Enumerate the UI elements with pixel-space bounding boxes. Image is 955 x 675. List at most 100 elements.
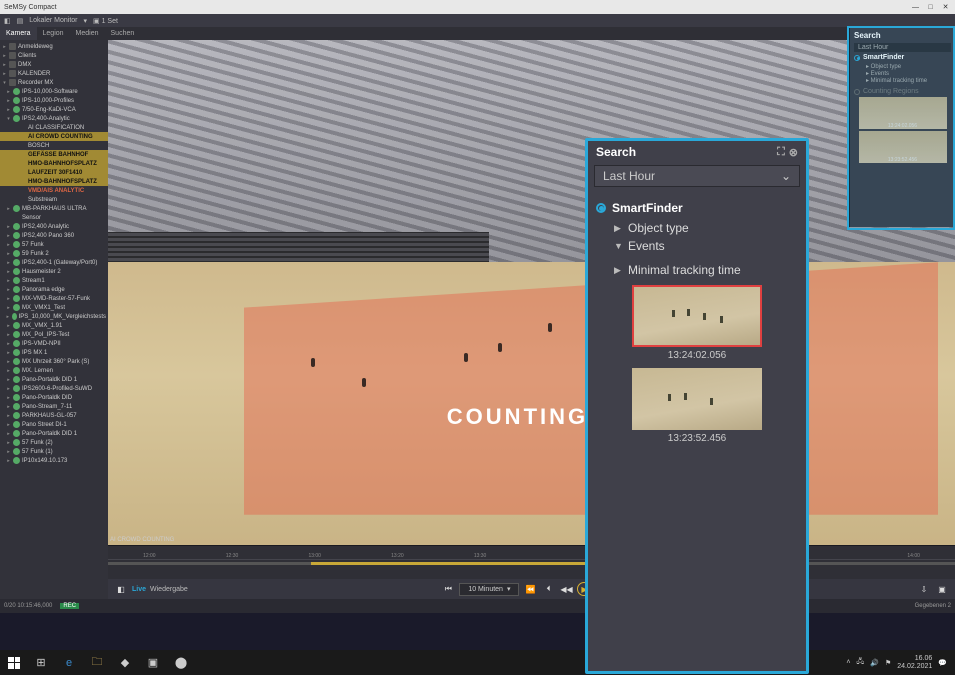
- tree-row[interactable]: ▸MX. Lernen: [0, 366, 108, 375]
- tree-row[interactable]: ▸IPS2600-6-Profiled-SuWD: [0, 384, 108, 393]
- notifications-icon[interactable]: 💬: [938, 659, 947, 667]
- toolbar-item[interactable]: ▾: [84, 17, 88, 25]
- tree-row[interactable]: ▸PARKHAUS-GL-057: [0, 411, 108, 420]
- tree-row[interactable]: ▸MX_VMX_1.91: [0, 321, 108, 330]
- tray-icon[interactable]: ˄: [846, 659, 850, 666]
- tree-row[interactable]: ▸DMX: [0, 60, 108, 69]
- tree-row[interactable]: ▸MX_VMX1_Test: [0, 303, 108, 312]
- tree-row[interactable]: ▸57 Funk: [0, 240, 108, 249]
- rewind-icon[interactable]: ◀◀: [559, 582, 573, 596]
- smartfinder-radio[interactable]: SmartFinder: [596, 201, 798, 215]
- smartfinder-option[interactable]: SmartFinder: [854, 54, 951, 61]
- edge-icon[interactable]: e: [56, 652, 82, 674]
- time-range-select[interactable]: Last Hour: [854, 43, 951, 52]
- device-tree-sidebar[interactable]: ▸Anmeldeweg▸Clients▸DMX▸KALENDER▾Recorde…: [0, 40, 108, 599]
- toolbar-item[interactable]: ▣ 1 Set: [93, 17, 118, 25]
- close-button[interactable]: ✕: [940, 2, 951, 12]
- tray-icon[interactable]: ⚑: [885, 659, 891, 667]
- step-back-icon[interactable]: ⏪: [523, 582, 537, 596]
- tree-row[interactable]: ▸Pano-Portaldk DID 1: [0, 429, 108, 438]
- result-thumbnail[interactable]: [632, 285, 762, 347]
- tree-row[interactable]: ▸59 Funk 2: [0, 249, 108, 258]
- object-type-section[interactable]: ▶ Object type: [614, 221, 798, 235]
- tree-row[interactable]: ▸MX_PoI_IPS-Test: [0, 330, 108, 339]
- mini-sub-item[interactable]: ▸ Minimal tracking time: [866, 77, 951, 84]
- tree-row[interactable]: ▸IPS MX 1: [0, 348, 108, 357]
- tree-row[interactable]: ▸IPS2,400 Pano 360: [0, 231, 108, 240]
- tree-row[interactable]: ▸57 Funk (2): [0, 438, 108, 447]
- tree-row[interactable]: ▸Clients: [0, 51, 108, 60]
- taskview-icon[interactable]: ⊞: [28, 652, 54, 674]
- tab-kamera[interactable]: Kamera: [0, 27, 37, 40]
- mini-sub-item[interactable]: ▸ Object type: [866, 63, 951, 70]
- explorer-icon[interactable]: 🗀: [84, 652, 110, 674]
- tree-row[interactable]: ▸Anmeldeweg: [0, 42, 108, 51]
- toolbar-item[interactable]: ▤: [17, 17, 24, 25]
- tree-row[interactable]: ▸KALENDER: [0, 69, 108, 78]
- tree-row[interactable]: ▸IPS-VMD-NPII: [0, 339, 108, 348]
- speed-select[interactable]: 10 Minuten ▾: [459, 583, 519, 596]
- tree-row[interactable]: ▸IPS2,400 Analytic: [0, 222, 108, 231]
- minimize-button[interactable]: —: [910, 2, 921, 12]
- tree-row[interactable]: ▸IPS-10,000-Software: [0, 87, 108, 96]
- tree-row[interactable]: ▸57 Funk (1): [0, 447, 108, 456]
- tree-row[interactable]: ▸Pano-Portaldk DID 1: [0, 375, 108, 384]
- tree-row[interactable]: ▸Hausmeister 2: [0, 267, 108, 276]
- mini-thumbnail[interactable]: 13:23:52.456: [859, 131, 947, 163]
- tree-row[interactable]: AI CLASSIFICATION: [0, 123, 108, 132]
- windows-taskbar: ⊞ e 🗀 ◆ ▣ ⬤ ˄ 🖧 🔊 ⚑ 16.06 24.02.2021 💬: [0, 650, 955, 675]
- tab-legion[interactable]: Legion: [37, 27, 70, 40]
- tree-row[interactable]: AI CROWD COUNTING: [0, 132, 108, 141]
- tab-medien[interactable]: Medien: [70, 27, 105, 40]
- export-icon[interactable]: ⇩: [917, 582, 931, 596]
- tray-icon[interactable]: 🖧: [856, 657, 864, 668]
- result-thumbnail[interactable]: [632, 368, 762, 430]
- start-button[interactable]: [2, 652, 26, 674]
- taskbar-clock[interactable]: 16.06 24.02.2021: [897, 655, 932, 671]
- maximize-button[interactable]: □: [925, 2, 936, 12]
- tree-row[interactable]: VMD/AIS ANALYTIC: [0, 186, 108, 195]
- counting-regions-option[interactable]: Counting Regions: [854, 88, 951, 95]
- timeline[interactable]: 12:0012:3013:0013:2013:3014:00: [108, 545, 955, 579]
- pane-toggle-icon[interactable]: ◧: [114, 582, 128, 596]
- tree-row[interactable]: ▸IPS-10,000-Profiles: [0, 96, 108, 105]
- tree-row[interactable]: ▸MB-PARKHAUS ULTRA: [0, 204, 108, 213]
- tree-row[interactable]: ▸Pano-Portaldk DID: [0, 393, 108, 402]
- popup-range-select[interactable]: Last Hour ⌄: [594, 165, 800, 187]
- tree-row[interactable]: HMO-BAHNHOFSPLATZ: [0, 159, 108, 168]
- app-icon[interactable]: ⬤: [168, 652, 194, 674]
- tree-row[interactable]: GEFÄSSE BAHNHOF: [0, 150, 108, 159]
- toolbar-item[interactable]: ◧: [4, 17, 11, 25]
- snapshot-icon[interactable]: ▣: [935, 582, 949, 596]
- tree-row[interactable]: ▸IPS2,400-1 (Gateway/Port0): [0, 258, 108, 267]
- tree-row[interactable]: ▸IP10x149.10.173: [0, 456, 108, 465]
- tree-row[interactable]: Substream: [0, 195, 108, 204]
- app-icon[interactable]: ▣: [140, 652, 166, 674]
- prev-frame-icon[interactable]: ⏴: [541, 582, 555, 596]
- tree-row[interactable]: ▸MX-VMD-Raster-57-Funk: [0, 294, 108, 303]
- app-icon[interactable]: ◆: [112, 652, 138, 674]
- mini-thumbnail[interactable]: 13:24:02.056: [859, 97, 947, 129]
- tray-icon[interactable]: 🔊: [870, 659, 879, 667]
- mini-sub-item[interactable]: ▸ Events: [866, 70, 951, 77]
- popup-expand-icon[interactable]: ⛶: [777, 146, 785, 159]
- tree-row[interactable]: ▸Stream1: [0, 276, 108, 285]
- tree-row[interactable]: LAUFZEIT 30F1410: [0, 168, 108, 177]
- tree-row[interactable]: ▾IPS2,400-Analytic: [0, 114, 108, 123]
- tree-row[interactable]: Sensor: [0, 213, 108, 222]
- skip-back-icon[interactable]: ⏮: [441, 582, 455, 596]
- tree-row[interactable]: BOSCH: [0, 141, 108, 150]
- tab-suchen[interactable]: Suchen: [105, 27, 141, 40]
- tree-row[interactable]: ▸Pano Street DI-1: [0, 420, 108, 429]
- tree-row[interactable]: ▸Panorama edge: [0, 285, 108, 294]
- popup-close-icon[interactable]: ⊗: [789, 146, 798, 159]
- tree-row[interactable]: ▸IPS_10,000_MK_Vergleichstests: [0, 312, 108, 321]
- tree-row[interactable]: ▸Pano-Stream_7-11: [0, 402, 108, 411]
- video-viewport[interactable]: COUNTING AREA AI CROWD COUNTING: [108, 40, 955, 545]
- tree-row[interactable]: HMO-BAHNHOFSPLATZ: [0, 177, 108, 186]
- events-section[interactable]: ▼ Events: [614, 239, 798, 253]
- tree-row[interactable]: ▾Recorder MX: [0, 78, 108, 87]
- min-tracking-section[interactable]: ▶ Minimal tracking time: [614, 263, 798, 277]
- tree-row[interactable]: ▸7/50-Eng-KaDi-VCA: [0, 105, 108, 114]
- tree-row[interactable]: ▸MX Uhrzeit 360° Park (S): [0, 357, 108, 366]
